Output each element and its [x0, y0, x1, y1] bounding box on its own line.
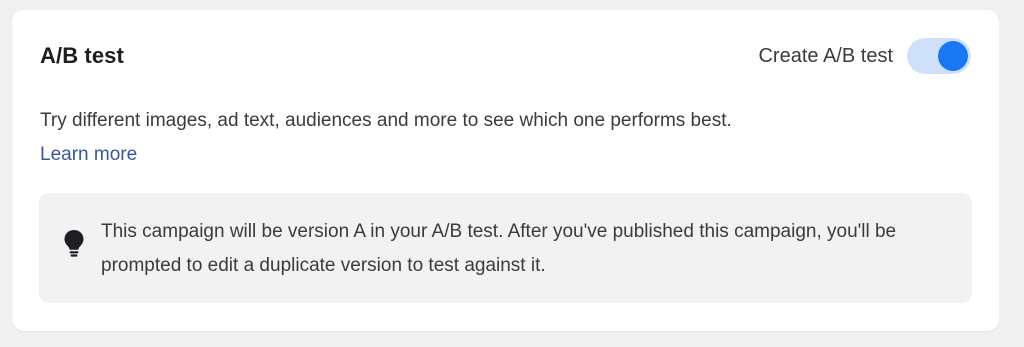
create-ab-test-toggle[interactable] — [907, 38, 971, 74]
card-header: A/B test Create A/B test — [40, 38, 971, 74]
create-ab-test-control: Create A/B test — [758, 38, 971, 74]
card-title: A/B test — [40, 43, 124, 68]
toggle-knob — [938, 41, 968, 71]
info-text: This campaign will be version A in your … — [101, 221, 897, 276]
toggle-label: Create A/B test — [758, 44, 893, 67]
description-text: Try different images, ad text, audiences… — [40, 110, 732, 131]
learn-more-link[interactable]: Learn more — [40, 138, 137, 172]
lightbulb-icon — [61, 228, 87, 258]
description: Try different images, ad text, audiences… — [40, 104, 959, 172]
ab-test-card: A/B test Create A/B test Try different i… — [12, 10, 999, 331]
info-box: This campaign will be version A in your … — [39, 193, 972, 303]
